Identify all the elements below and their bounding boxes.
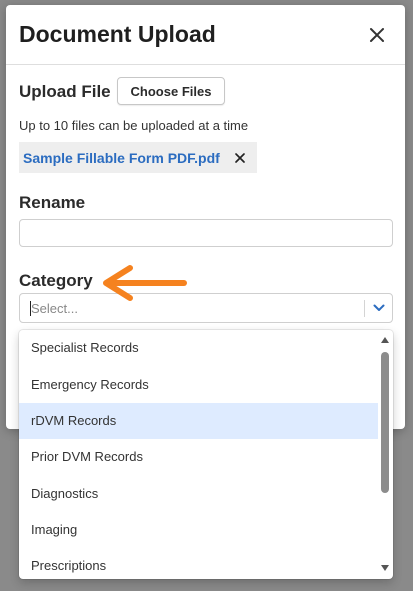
option-rdvm-records[interactable]: rDVM Records <box>19 403 378 439</box>
chevron-down-icon[interactable] <box>373 303 385 313</box>
category-select[interactable]: Select... <box>19 293 393 323</box>
select-divider <box>364 300 365 317</box>
option-diagnostics[interactable]: Diagnostics <box>19 476 378 512</box>
close-icon <box>235 153 245 163</box>
arrow-left-icon <box>103 265 187 301</box>
upload-hint: Up to 10 files can be uploaded at a time <box>19 118 249 133</box>
modal-title: Document Upload <box>19 21 216 47</box>
choose-files-button[interactable]: Choose Files <box>117 77 225 105</box>
option-emergency-records[interactable]: Emergency Records <box>19 367 378 403</box>
option-imaging[interactable]: Imaging <box>19 512 378 548</box>
dropdown-scrollbar-thumb[interactable] <box>381 352 389 493</box>
category-dropdown-menu: Specialist Records Emergency Records rDV… <box>19 330 393 579</box>
category-select-placeholder: Select... <box>31 301 78 316</box>
remove-file-button[interactable] <box>234 152 246 164</box>
close-button[interactable] <box>366 24 388 46</box>
file-name-link[interactable]: Sample Fillable Form PDF.pdf <box>23 150 220 166</box>
close-icon <box>370 28 384 42</box>
rename-input[interactable] <box>19 219 393 247</box>
category-label: Category <box>19 271 93 290</box>
scroll-down-arrow-icon[interactable] <box>380 564 390 572</box>
modal-header: Document Upload <box>6 5 405 65</box>
option-prior-dvm-records[interactable]: Prior DVM Records <box>19 439 378 475</box>
rename-label: Rename <box>19 193 86 212</box>
file-chip: Sample Fillable Form PDF.pdf <box>19 142 257 173</box>
scroll-up-arrow-icon[interactable] <box>380 336 390 344</box>
option-specialist-records[interactable]: Specialist Records <box>19 330 378 366</box>
option-prescriptions[interactable]: Prescriptions <box>19 548 378 579</box>
upload-file-label: Upload File <box>19 82 111 101</box>
text-caret <box>30 301 31 316</box>
